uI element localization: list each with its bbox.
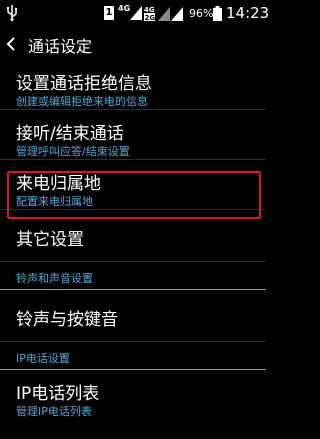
list-item-ringtone-keytones[interactable]: 铃声与按键音 — [0, 290, 266, 342]
item-label: 其它设置 — [16, 230, 84, 250]
item-summary: 创建或编辑拒绝来电的信息 — [16, 95, 148, 108]
list-item-other-settings[interactable]: 其它设置 — [0, 210, 266, 262]
back-arrow-icon[interactable] — [6, 36, 16, 52]
section-title: IP电话设置 — [16, 352, 70, 365]
network-type-1: 4G — [118, 4, 131, 13]
item-label: 铃声与按键音 — [16, 310, 118, 330]
page-title: 通话设定 — [28, 37, 93, 56]
battery-percent: 96% — [189, 7, 214, 20]
list-item-reject-message[interactable]: 设置通话拒绝信息 创建或编辑拒绝来电的信息 — [0, 60, 266, 110]
section-header-ip-call: IP电话设置 — [0, 342, 266, 370]
list-item-ip-call-list[interactable]: IP电话列表 管理IP电话列表 — [0, 370, 266, 420]
battery-icon — [213, 6, 222, 21]
section-header-ringtone: 铃声和声音设置 — [0, 262, 266, 290]
item-label: 设置通话拒绝信息 — [16, 74, 152, 94]
status-bar: 1 4G 4G 2G 96% 14:23 — [0, 0, 270, 28]
item-label: IP电话列表 — [16, 384, 100, 404]
usb-icon — [7, 5, 18, 21]
item-label: 接听/结束通话 — [16, 124, 124, 144]
list-item-answer-end-call[interactable]: 接听/结束通话 管理呼叫应答/结束设置 — [0, 110, 266, 160]
sim-slot-badge: 1 — [104, 6, 114, 20]
network-type-2: 4G — [144, 6, 155, 14]
clock: 14:23 — [226, 4, 270, 22]
item-summary: 管理呼叫应答/结束设置 — [16, 145, 130, 158]
item-summary: 配置来电归属地 — [16, 195, 93, 208]
signal-icon — [130, 6, 142, 20]
item-summary: 管理IP电话列表 — [16, 405, 92, 418]
item-label: 来电归属地 — [16, 174, 101, 194]
settings-list: 设置通话拒绝信息 创建或编辑拒绝来电的信息 接听/结束通话 管理呼叫应答/结束设… — [0, 60, 266, 420]
section-title: 铃声和声音设置 — [16, 272, 93, 285]
sim2-signal-icon: 4G 2G — [144, 6, 183, 21]
action-bar: 通话设定 — [0, 28, 266, 60]
list-item-caller-location[interactable]: 来电归属地 配置来电归属地 — [0, 160, 266, 210]
network-type-2b: 2G — [145, 14, 156, 21]
